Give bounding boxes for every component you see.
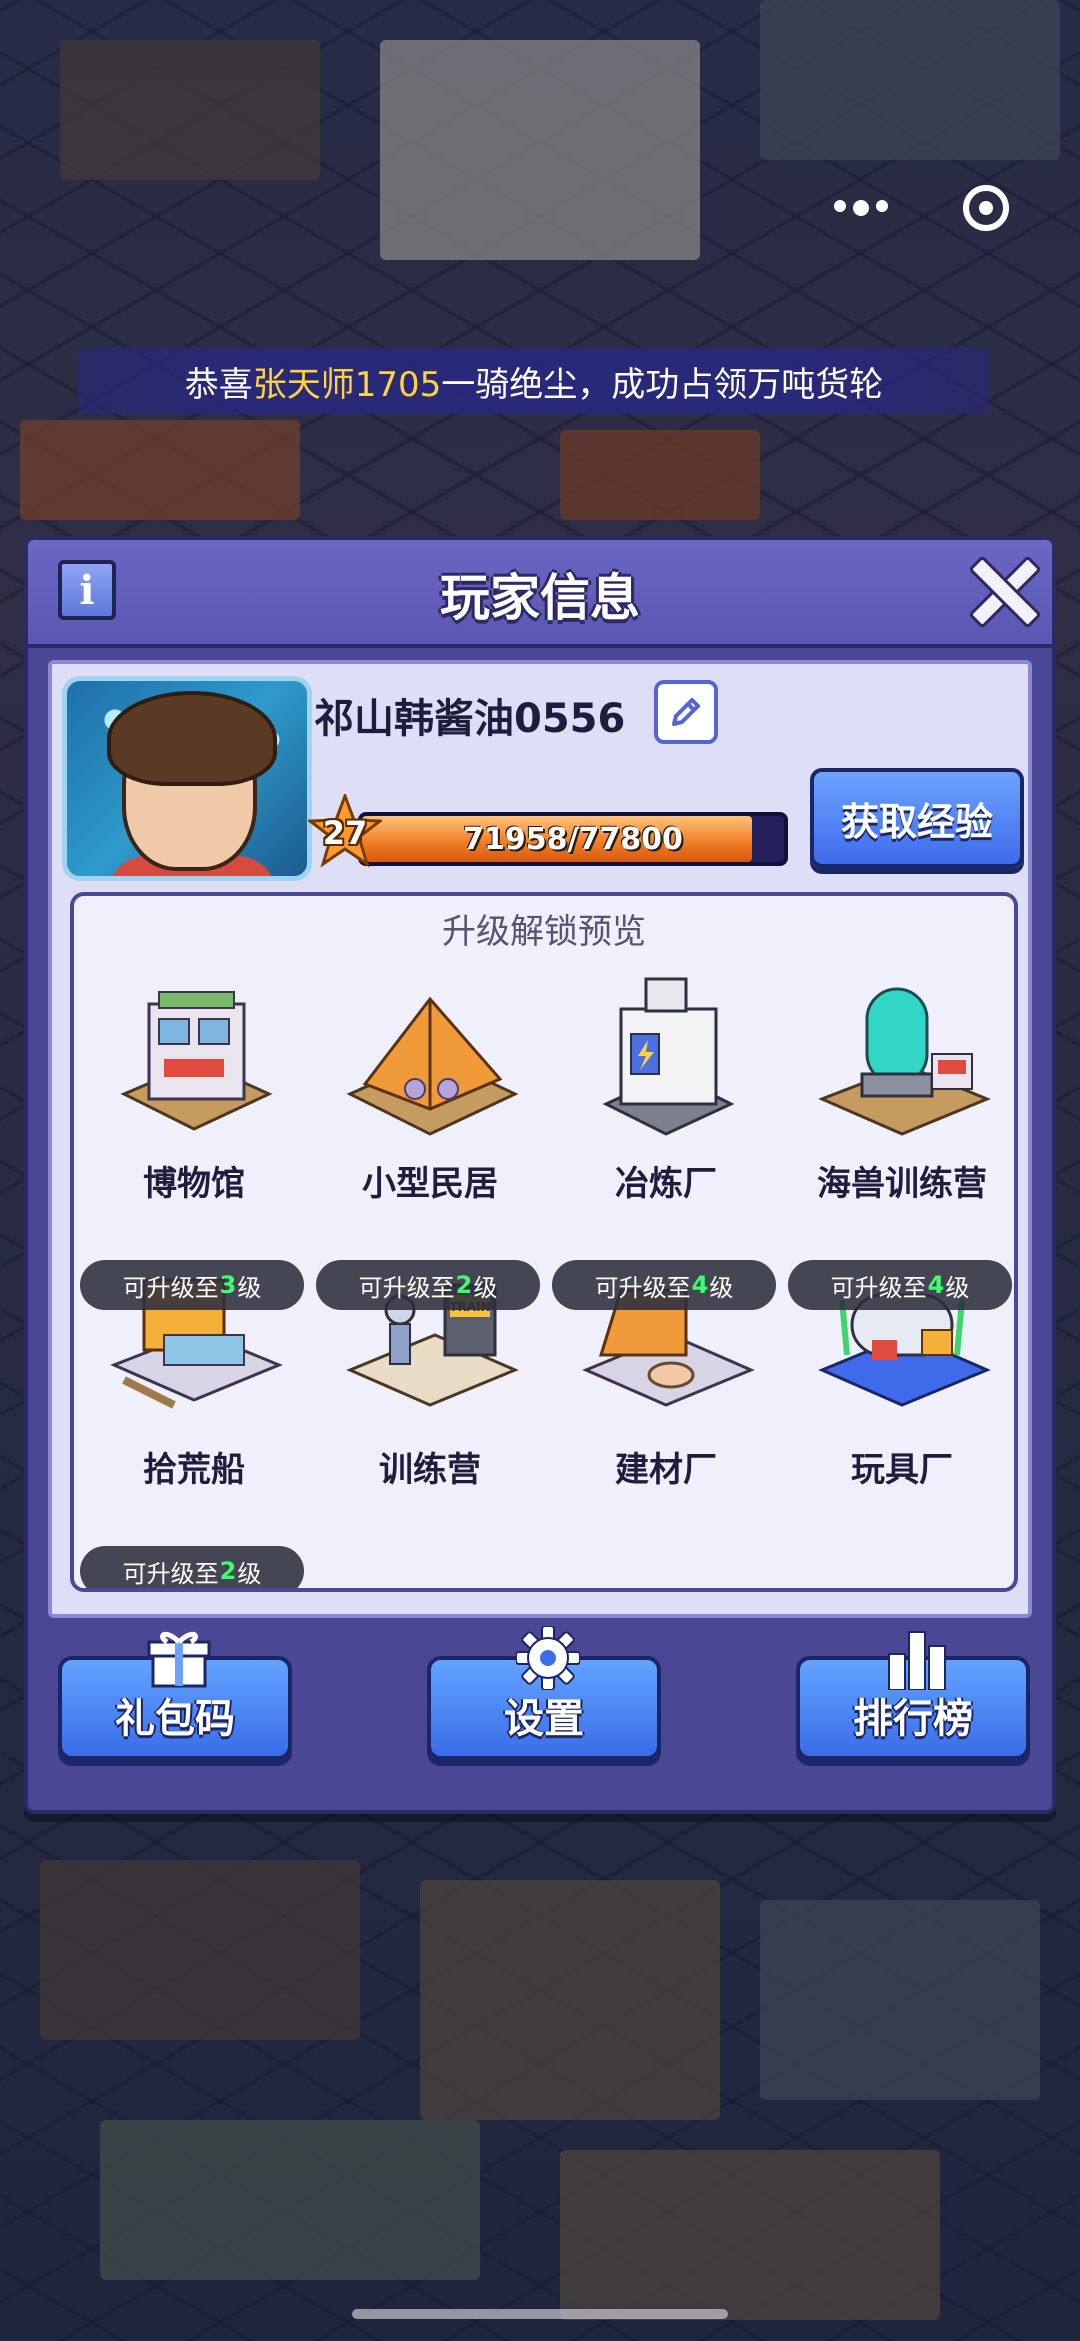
smelter-building-icon bbox=[602, 977, 735, 1136]
upgrade-badge: 可升级至 2 级 bbox=[316, 1260, 540, 1310]
gear-icon bbox=[516, 1626, 580, 1690]
item-name: 玩具厂 bbox=[851, 1450, 953, 1490]
unlock-item-sea-beast-camp[interactable]: 海兽训练营 bbox=[784, 974, 1014, 1244]
target-icon[interactable] bbox=[946, 168, 1026, 248]
edit-name-button[interactable] bbox=[654, 680, 718, 744]
unlock-preview: 升级解锁预览 博物馆 小型民居 冶炼厂 海兽训练营 拾荒船 训练营 建材厂 玩具… bbox=[70, 892, 1018, 1592]
get-xp-button[interactable]: 获取经验 bbox=[810, 768, 1024, 868]
preview-title: 升级解锁预览 bbox=[442, 912, 646, 952]
upgrade-badge: 可升级至 4 级 bbox=[552, 1260, 776, 1310]
leaderboard-button[interactable]: 排行榜 bbox=[796, 1631, 1030, 1760]
announcement-marquee: 恭喜 张天师1705 一骑绝尘，成功占领万吨货轮 bbox=[78, 348, 990, 414]
item-name: 海兽训练营 bbox=[817, 1164, 987, 1204]
settings-label: 设置 bbox=[504, 1696, 584, 1742]
panel-title: 玩家信息 bbox=[440, 569, 640, 627]
player-info-panel: i 玩家信息 祁山韩酱油0556 71958/77800 27 获取经验 升级解… bbox=[24, 536, 1056, 1814]
more-dots-icon[interactable] bbox=[821, 168, 901, 248]
unlock-item-small-house[interactable]: 小型民居 bbox=[312, 974, 548, 1244]
avatar[interactable] bbox=[62, 676, 312, 881]
bar-chart-icon bbox=[888, 1631, 946, 1690]
marquee-player: 张天师1705 bbox=[252, 364, 442, 405]
unlock-item-museum[interactable]: 博物馆 bbox=[76, 974, 312, 1244]
panel-body: 祁山韩酱油0556 71958/77800 27 获取经验 升级解锁预览 博物馆… bbox=[48, 660, 1032, 1618]
unlock-item-smelter[interactable]: 冶炼厂 bbox=[548, 974, 784, 1244]
item-name: 建材厂 bbox=[615, 1450, 717, 1490]
xp-text: 71958/77800 bbox=[463, 822, 683, 857]
xp-progress-bar: 71958/77800 bbox=[358, 812, 788, 866]
sea-beast-camp-icon bbox=[818, 987, 991, 1136]
item-name: 小型民居 bbox=[362, 1164, 498, 1204]
marquee-suffix: 一骑绝尘，成功占领万吨货轮 bbox=[441, 364, 884, 405]
panel-header: i 玩家信息 bbox=[28, 540, 1052, 648]
gift-icon bbox=[147, 1631, 211, 1688]
marquee-prefix: 恭喜 bbox=[184, 364, 253, 405]
upgrade-badge: 可升级至 4 级 bbox=[788, 1260, 1012, 1310]
item-name: 博物馆 bbox=[143, 1164, 245, 1204]
home-indicator[interactable] bbox=[352, 2309, 728, 2319]
item-name: 冶炼厂 bbox=[615, 1164, 717, 1204]
close-icon[interactable] bbox=[966, 554, 1036, 624]
username: 祁山韩酱油0556 bbox=[314, 696, 626, 742]
item-name: 拾荒船 bbox=[143, 1450, 245, 1490]
upgrade-badge: 可升级至 3 级 bbox=[80, 1260, 304, 1310]
mini-program-capsule bbox=[798, 168, 1048, 248]
gift-code-label: 礼包码 bbox=[115, 1696, 235, 1742]
level-star-icon: 27 bbox=[305, 791, 385, 868]
pencil-icon bbox=[672, 698, 700, 726]
leaderboard-label: 排行榜 bbox=[853, 1696, 973, 1742]
settings-button[interactable]: 设置 bbox=[427, 1626, 661, 1760]
gift-code-button[interactable]: 礼包码 bbox=[58, 1631, 292, 1760]
level-number: 27 bbox=[322, 814, 368, 852]
upgrade-badge: 可升级至 2 级 bbox=[80, 1546, 304, 1588]
tent-house-icon bbox=[346, 996, 519, 1136]
museum-building-icon bbox=[120, 991, 273, 1131]
item-name: 训练营 bbox=[379, 1450, 481, 1490]
